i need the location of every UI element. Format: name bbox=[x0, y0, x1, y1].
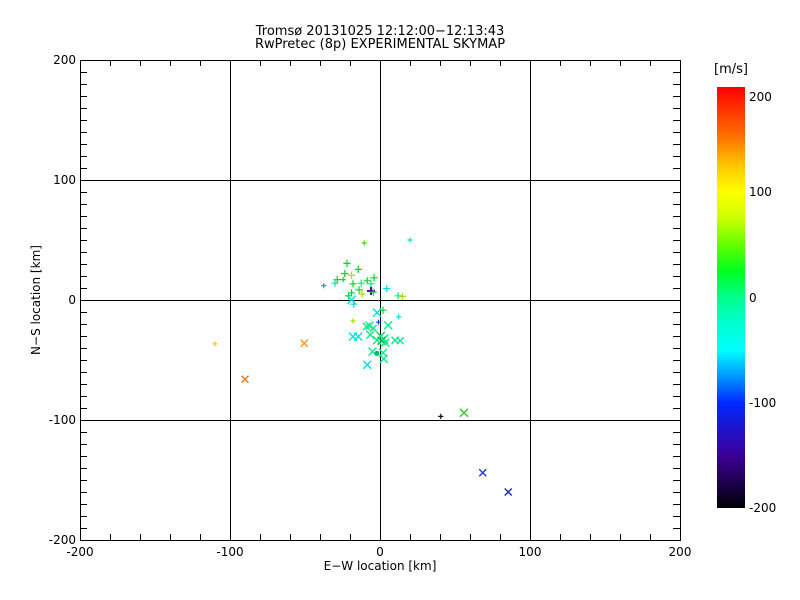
y-tick-label: -100 bbox=[49, 413, 76, 427]
data-point bbox=[363, 277, 371, 285]
data-point bbox=[398, 292, 407, 300]
x-tick-label: 100 bbox=[519, 545, 542, 559]
data-point bbox=[300, 339, 309, 348]
data-point bbox=[396, 336, 405, 345]
colorbar-gradient bbox=[717, 87, 745, 508]
data-point bbox=[358, 290, 366, 298]
data-point bbox=[212, 341, 218, 347]
data-point bbox=[361, 240, 367, 246]
colorbar-tick-label: 200 bbox=[749, 90, 772, 104]
data-point bbox=[343, 259, 351, 267]
colorbar-tick-label: 100 bbox=[749, 185, 772, 200]
data-point bbox=[354, 265, 362, 273]
data-point bbox=[362, 360, 372, 370]
data-point bbox=[459, 408, 469, 418]
y-axis-title: N−S location [km] bbox=[29, 245, 43, 355]
y-tick-label: 200 bbox=[53, 53, 76, 67]
y-tick-label: 100 bbox=[53, 173, 76, 187]
data-point bbox=[341, 270, 349, 278]
data-point bbox=[241, 375, 249, 384]
x-tick-label: -100 bbox=[216, 545, 243, 559]
data-point bbox=[350, 318, 356, 324]
data-point bbox=[407, 237, 413, 243]
data-point bbox=[438, 413, 444, 419]
plot-canvas: -200 -100 0 100 200 -200 -100 0 100 200 bbox=[49, 53, 692, 559]
data-point bbox=[365, 330, 375, 340]
data-point bbox=[478, 468, 487, 477]
x-tick-label: 0 bbox=[376, 545, 384, 559]
data-point bbox=[383, 285, 391, 293]
data-point bbox=[367, 280, 375, 288]
y-tick-label: 0 bbox=[68, 293, 76, 307]
data-point bbox=[372, 308, 382, 318]
colorbar-unit-label: [m/s] bbox=[714, 62, 748, 77]
colorbar-tick-label: -200 bbox=[749, 501, 777, 515]
data-point bbox=[353, 332, 363, 342]
data-point bbox=[396, 314, 402, 320]
data-point bbox=[370, 274, 378, 282]
data-point bbox=[349, 280, 357, 288]
data-point bbox=[379, 354, 389, 364]
data-point bbox=[347, 271, 356, 279]
data-point bbox=[321, 283, 327, 289]
data-point bbox=[347, 289, 356, 297]
data-point bbox=[357, 279, 365, 287]
data-point bbox=[504, 488, 513, 496]
data-point bbox=[374, 350, 380, 356]
x-tick-label: -200 bbox=[66, 545, 93, 559]
x-axis-title: E−W location [km] bbox=[323, 559, 437, 573]
colorbar-tick-label: 0 bbox=[749, 290, 757, 305]
y-tick-label: -200 bbox=[49, 533, 76, 547]
colorbar-tick-label: -100 bbox=[749, 395, 777, 410]
data-point bbox=[375, 319, 382, 325]
data-point bbox=[340, 277, 346, 283]
data-point bbox=[383, 320, 393, 330]
x-tick-label: 200 bbox=[669, 545, 692, 559]
data-point bbox=[372, 335, 382, 345]
data-point bbox=[355, 286, 363, 294]
